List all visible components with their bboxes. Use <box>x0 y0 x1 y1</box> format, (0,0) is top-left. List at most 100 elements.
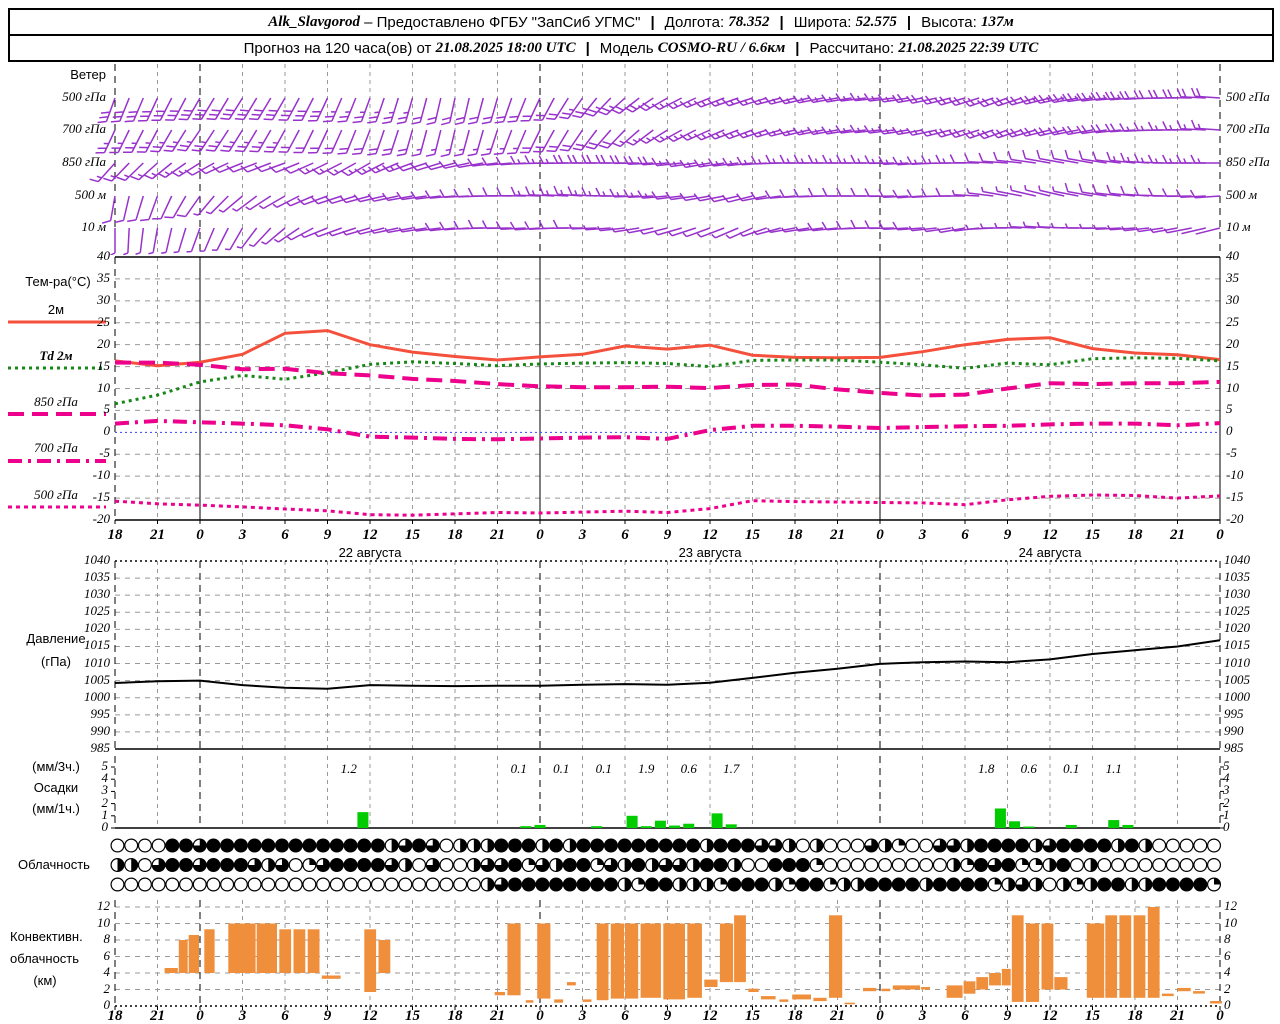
convective-cloud-bar <box>881 988 891 992</box>
wind-barb <box>568 224 597 230</box>
bottom-hour-tick-label: 15 <box>1085 1008 1100 1024</box>
wind-barb <box>263 129 286 153</box>
precip-bar <box>654 820 666 828</box>
cloud-cover-circle <box>466 877 481 892</box>
hour-tick-label: 3 <box>238 527 247 543</box>
cloud-cover-circle <box>343 838 358 853</box>
hour-tick-label: 6 <box>281 527 289 543</box>
precip-bar <box>1009 821 1021 828</box>
wind-barb <box>454 97 470 126</box>
pressure-ytick-left: 1010 <box>84 654 110 670</box>
cloud-cover-circle <box>740 857 755 872</box>
cloud-cover-circle <box>836 857 851 872</box>
convective-cloud-bar <box>663 923 685 1000</box>
wind-barb-glyph <box>293 97 314 122</box>
cloud-cover-fraction <box>816 858 823 865</box>
precip-bar <box>1122 824 1134 828</box>
convective-cloud-bar <box>582 999 592 1002</box>
bottom-hour-tick-label: 9 <box>663 1008 672 1024</box>
cloud-cover-circle <box>549 838 564 853</box>
convective-cloud-bar <box>307 929 320 973</box>
wind-barb-glyph <box>220 97 244 120</box>
convective-cloud-bar <box>748 988 759 992</box>
wind-barb-glyph <box>679 97 711 109</box>
wind-barbs-panel <box>89 64 1221 255</box>
station-name: Alk_Slavgorod <box>268 13 360 30</box>
convective-cloud-bar <box>989 973 1001 986</box>
convective-cloud-bar <box>640 923 661 998</box>
cloudiness-panel-title: Облачность <box>18 857 90 872</box>
cloud-cover-circle <box>494 838 509 853</box>
hour-tick-label: 0 <box>876 527 884 543</box>
forecast-label: Прогноз на 120 часа(ов) от <box>243 39 432 57</box>
wind-barb-glyph <box>908 225 937 232</box>
wind-barb-glyph <box>157 162 187 178</box>
precip-bar <box>1065 824 1077 828</box>
cloud-cover-fraction <box>528 858 536 865</box>
cloud-cover-fraction <box>679 878 686 891</box>
temp-ytick-left: 40 <box>97 248 110 263</box>
cloud-cover-circle <box>288 857 303 872</box>
wind-barb <box>314 227 342 238</box>
hour-tick-label: 15 <box>1085 527 1100 543</box>
cloud-cover-fraction <box>1022 858 1029 865</box>
hour-tick-label: 9 <box>663 527 672 543</box>
cloud-cover-fraction <box>1090 878 1098 891</box>
cloud-cover-circle <box>1124 838 1139 853</box>
wind-barb-glyph <box>1190 119 1221 131</box>
cloud-cover-circle <box>850 857 865 872</box>
wind-barb-glyph <box>249 129 272 153</box>
wind-barb <box>135 227 145 255</box>
temp-ytick-right: 40 <box>1226 248 1239 263</box>
wind-barb-glyph <box>314 227 342 238</box>
cloud-cover-circle <box>124 877 139 892</box>
cloud-cover-fraction <box>1118 839 1125 852</box>
bottom-hour-tick-label: 18 <box>1127 1008 1143 1024</box>
wind-barb-glyph <box>481 97 499 125</box>
cloud-cover-circle <box>274 838 289 853</box>
pressure-ytick-left: 1040 <box>84 552 110 567</box>
wind-barb-glyph <box>411 97 428 125</box>
cloud-cover-fraction <box>857 878 865 891</box>
wind-barb <box>624 97 654 113</box>
cloud-cover-fraction <box>693 878 700 891</box>
bottom-hour-tick-label: 18 <box>107 1008 123 1024</box>
cloud-cover-circle <box>973 857 988 872</box>
cloudiness-panel <box>110 838 1221 892</box>
temp-ytick-left: 35 <box>97 269 110 285</box>
cloud-cover-fraction <box>720 878 727 885</box>
temp-ytick-right: 30 <box>1226 291 1239 307</box>
convective-cloud-bar <box>761 996 776 1000</box>
wind-barb <box>220 97 244 120</box>
cloud-cover-circle <box>1165 857 1180 872</box>
wind-barb-glyph <box>707 129 739 140</box>
cloud-cover-fraction <box>1076 878 1084 885</box>
bottom-hour-tick-label: 3 <box>578 1008 587 1024</box>
hour-tick-label: 18 <box>1127 527 1143 543</box>
wind-barb <box>382 97 400 125</box>
wind-barb <box>354 162 385 176</box>
wind-barb <box>411 97 428 125</box>
cloud-cover-circle <box>686 838 701 853</box>
wind-barb <box>367 162 399 174</box>
cloud-cover-fraction <box>885 839 892 852</box>
wind-barb <box>611 129 640 148</box>
cloud-cover-circle <box>1056 857 1071 872</box>
cloud-cover-circle <box>384 877 399 892</box>
conv-ytick-right: 12 <box>1224 898 1237 913</box>
separator: | <box>650 13 655 31</box>
cloud-cover-fraction <box>1145 878 1152 891</box>
wind-barb-glyph <box>878 221 909 231</box>
cloud-cover-circle <box>1152 877 1167 892</box>
wind-barb <box>293 129 314 154</box>
bottom-hour-tick-label: 9 <box>323 1008 332 1024</box>
cloud-cover-circle <box>124 838 139 853</box>
wind-barb <box>248 97 272 121</box>
precip-3h-value: 1.9 <box>638 761 655 776</box>
wind-level-label-right: 500 гПа <box>1226 89 1270 104</box>
convective-cloud-bar <box>844 1002 855 1005</box>
cloud-cover-circle <box>179 857 194 872</box>
conv-ytick-right: 2 <box>1224 980 1231 996</box>
height-value: 137м <box>980 13 1014 30</box>
cloud-cover-circle <box>329 838 344 853</box>
